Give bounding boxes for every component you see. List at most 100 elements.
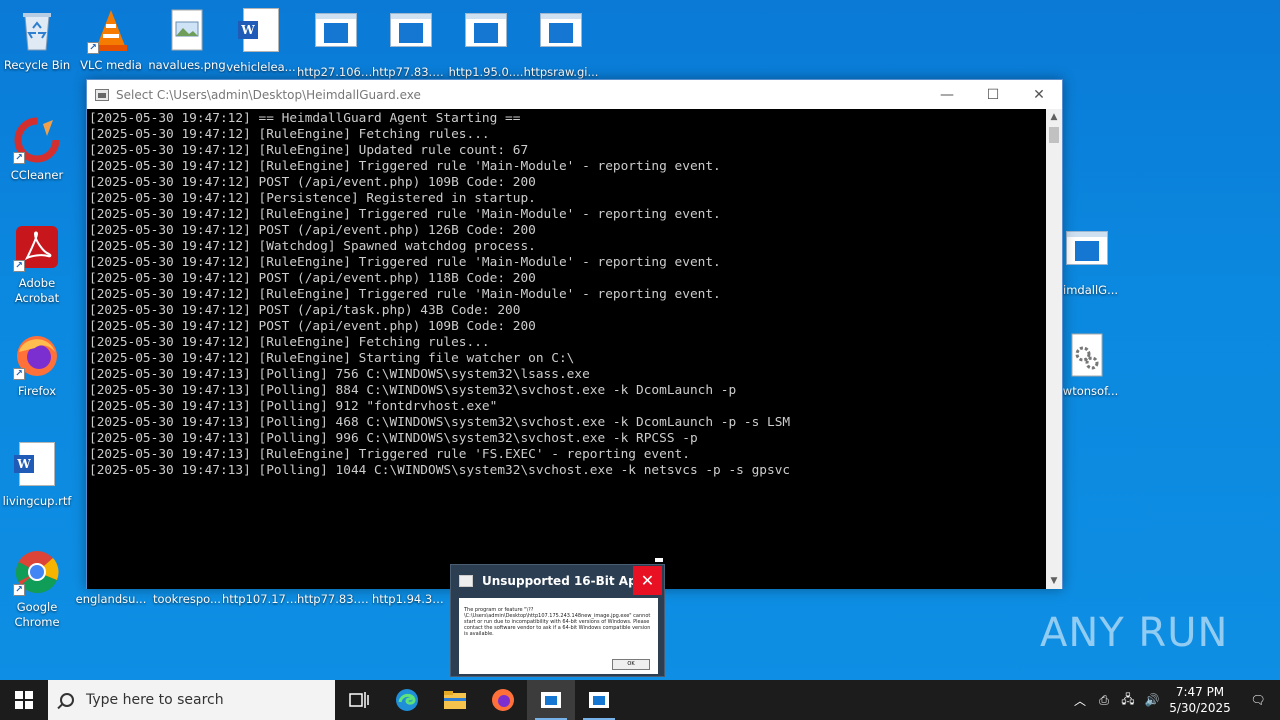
desktop-icon-label: Recycle Bin <box>3 58 71 72</box>
system-tray: ︿ ⎙ 🖧 🔊 7:47 PM 5/30/2025 🗨 <box>1068 680 1280 720</box>
console-line: [2025-05-30 19:47:12] POST (/api/event.p… <box>89 175 536 190</box>
console-cursor <box>655 558 663 562</box>
desktop-icon-recycle-bin[interactable]: Recycle Bin <box>0 6 76 73</box>
desktop-icon-http77-b[interactable]: http77.83.2... <box>297 592 375 607</box>
dialog-close-button[interactable]: ✕ <box>633 566 662 595</box>
shortcut-arrow-icon: ↗ <box>13 368 25 380</box>
settings-file-icon <box>1063 332 1111 380</box>
taskbar: Type here to search ︿ ⎙ 🖧 🔊 7:47 PM 5/30… <box>0 680 1280 720</box>
console-line: [2025-05-30 19:47:12] POST (/api/event.p… <box>89 319 536 334</box>
desktop-icon-label: Google Chrome <box>14 600 60 629</box>
desktop-icon-label: vehiclelea... <box>226 60 296 74</box>
desktop-icon-label: http77.83.2... <box>372 65 450 79</box>
scroll-thumb[interactable] <box>1049 127 1059 143</box>
acrobat-icon: ↗ <box>13 224 61 272</box>
taskbar-dialog-app[interactable] <box>575 680 623 720</box>
console-output[interactable]: [2025-05-30 19:47:12] == HeimdallGuard A… <box>87 109 1047 589</box>
console-line: [2025-05-30 19:47:12] POST (/api/event.p… <box>89 271 536 286</box>
desktop-icon-http1-95[interactable]: http1.95.0.... <box>447 6 525 80</box>
console-line: [2025-05-30 19:47:13] [Polling] 884 C:\W… <box>89 383 737 398</box>
dialog-message: The program or feature "\??\C:\Users\adm… <box>464 607 651 637</box>
taskbar-search-box[interactable]: Type here to search <box>48 680 335 720</box>
window-app-icon <box>589 692 609 708</box>
close-button[interactable]: ✕ <box>1016 80 1062 109</box>
desktop-icon-label: englandsu... <box>75 592 147 606</box>
console-line: [2025-05-30 19:47:13] [Polling] 468 C:\W… <box>89 415 791 430</box>
start-button[interactable] <box>0 680 48 720</box>
console-line: [2025-05-30 19:47:12] [RuleEngine] Trigg… <box>89 159 721 174</box>
console-line: [2025-05-30 19:47:12] [RuleEngine] Fetch… <box>89 335 490 350</box>
edge-icon <box>396 689 418 711</box>
desktop-icon-ccleaner[interactable]: ↗ CCleaner <box>0 116 76 183</box>
desktop-icon-http107[interactable]: http107.175... <box>222 592 300 607</box>
console-window[interactable]: Select C:\Users\admin\Desktop\HeimdallGu… <box>86 79 1063 589</box>
console-line: [2025-05-30 19:47:12] == HeimdallGuard A… <box>89 111 521 126</box>
desktop-icon-navalues[interactable]: navalues.png <box>148 6 226 73</box>
firefox-icon: ↗ <box>13 332 61 380</box>
desktop-icon-label: livingcup.rtf <box>2 494 72 508</box>
scroll-up-icon[interactable]: ▲ <box>1046 109 1062 125</box>
watermark-logo: ANY RUN <box>1040 610 1228 656</box>
desktop-icon-http27[interactable]: http27.106.... <box>297 6 375 80</box>
word-doc-icon: W <box>237 8 285 56</box>
ccleaner-icon: ↗ <box>13 116 61 164</box>
taskbar-file-explorer[interactable] <box>431 680 479 720</box>
desktop-icon-label: navalues.png <box>148 58 226 72</box>
window-app-icon <box>312 13 360 61</box>
desktop-icon-http77[interactable]: http77.83.2... <box>372 6 450 80</box>
task-view-button[interactable] <box>335 680 383 720</box>
recycle-bin-icon <box>13 6 61 54</box>
desktop-icon-label: CCleaner <box>10 168 64 182</box>
desktop-icon-chrome[interactable]: ↗ Google Chrome <box>0 548 76 630</box>
folder-icon <box>444 691 466 709</box>
desktop-icon-label: VLC media <box>80 58 142 72</box>
desktop-icon-livingcup[interactable]: W livingcup.rtf <box>0 440 76 509</box>
clock-time: 7:47 PM <box>1175 685 1225 699</box>
console-line: [2025-05-30 19:47:12] [RuleEngine] Trigg… <box>89 255 721 270</box>
desktop-icon-httpsraw[interactable]: httpsraw.gi... <box>522 6 600 80</box>
network-icon[interactable]: 🖧 <box>1116 690 1140 711</box>
desktop-icon-englandsu[interactable]: englandsu... <box>72 592 150 607</box>
watermark-text: ANY RUN <box>1040 610 1229 656</box>
ok-button[interactable]: OK <box>612 659 650 670</box>
window-title: Select C:\Users\admin\Desktop\HeimdallGu… <box>116 87 421 102</box>
console-line: [2025-05-30 19:47:12] [RuleEngine] Trigg… <box>89 287 721 302</box>
dialog-titlebar[interactable]: Unsupported 16-Bit Appli... ✕ <box>451 565 664 596</box>
shortcut-arrow-icon: ↗ <box>13 260 25 272</box>
windows-logo-icon <box>15 691 33 709</box>
chevron-up-icon[interactable]: ︿ <box>1068 692 1092 709</box>
notifications-icon[interactable]: 🗨 <box>1236 693 1280 707</box>
desktop-icon-label: http77.83.2... <box>297 592 375 606</box>
desktop-icon-label: http1.94.35... <box>372 592 450 606</box>
taskbar-firefox[interactable] <box>479 680 527 720</box>
scroll-down-icon[interactable]: ▼ <box>1046 573 1062 589</box>
maximize-button[interactable]: ☐ <box>970 80 1016 109</box>
unsupported-app-dialog[interactable]: Unsupported 16-Bit Appli... ✕ The progra… <box>450 564 665 677</box>
vertical-scrollbar[interactable]: ▲ ▼ <box>1046 109 1062 589</box>
desktop-icon-vlc[interactable]: ↗ VLC media <box>72 6 150 73</box>
minimize-button[interactable]: — <box>924 80 970 109</box>
usb-device-icon[interactable]: ⎙ <box>1092 693 1116 708</box>
volume-icon[interactable]: 🔊 <box>1140 693 1164 707</box>
search-icon <box>60 693 74 707</box>
task-view-icon <box>349 692 369 708</box>
taskbar-console-app[interactable] <box>527 680 575 720</box>
desktop-icon-label: httpsraw.gi... <box>523 65 599 79</box>
desktop-icon-tookrespo[interactable]: tookrespo... <box>148 592 226 607</box>
desktop-icon-label: Firefox <box>17 384 57 398</box>
taskbar-edge[interactable] <box>383 680 431 720</box>
console-line: [2025-05-30 19:47:13] [RuleEngine] Trigg… <box>89 447 690 462</box>
desktop-icon-acrobat[interactable]: ↗ Adobe Acrobat <box>0 224 76 306</box>
console-line: [2025-05-30 19:47:12] [Persistence] Regi… <box>89 191 536 206</box>
desktop-icon-vehiclelea[interactable]: W vehiclelea... <box>222 6 300 75</box>
window-titlebar[interactable]: Select C:\Users\admin\Desktop\HeimdallGu… <box>87 80 1062 109</box>
console-app-icon <box>95 88 109 101</box>
clock-date: 5/30/2025 <box>1169 701 1231 715</box>
desktop-icon-firefox[interactable]: ↗ Firefox <box>0 332 76 399</box>
window-app-icon <box>462 13 510 61</box>
console-line: [2025-05-30 19:47:12] [RuleEngine] Updat… <box>89 143 529 158</box>
desktop-icon-label: tookrespo... <box>153 592 221 606</box>
console-line: [2025-05-30 19:47:13] [Polling] 996 C:\W… <box>89 431 698 446</box>
taskbar-clock[interactable]: 7:47 PM 5/30/2025 <box>1164 684 1236 716</box>
desktop-icon-http1-94[interactable]: http1.94.35... <box>372 592 450 607</box>
